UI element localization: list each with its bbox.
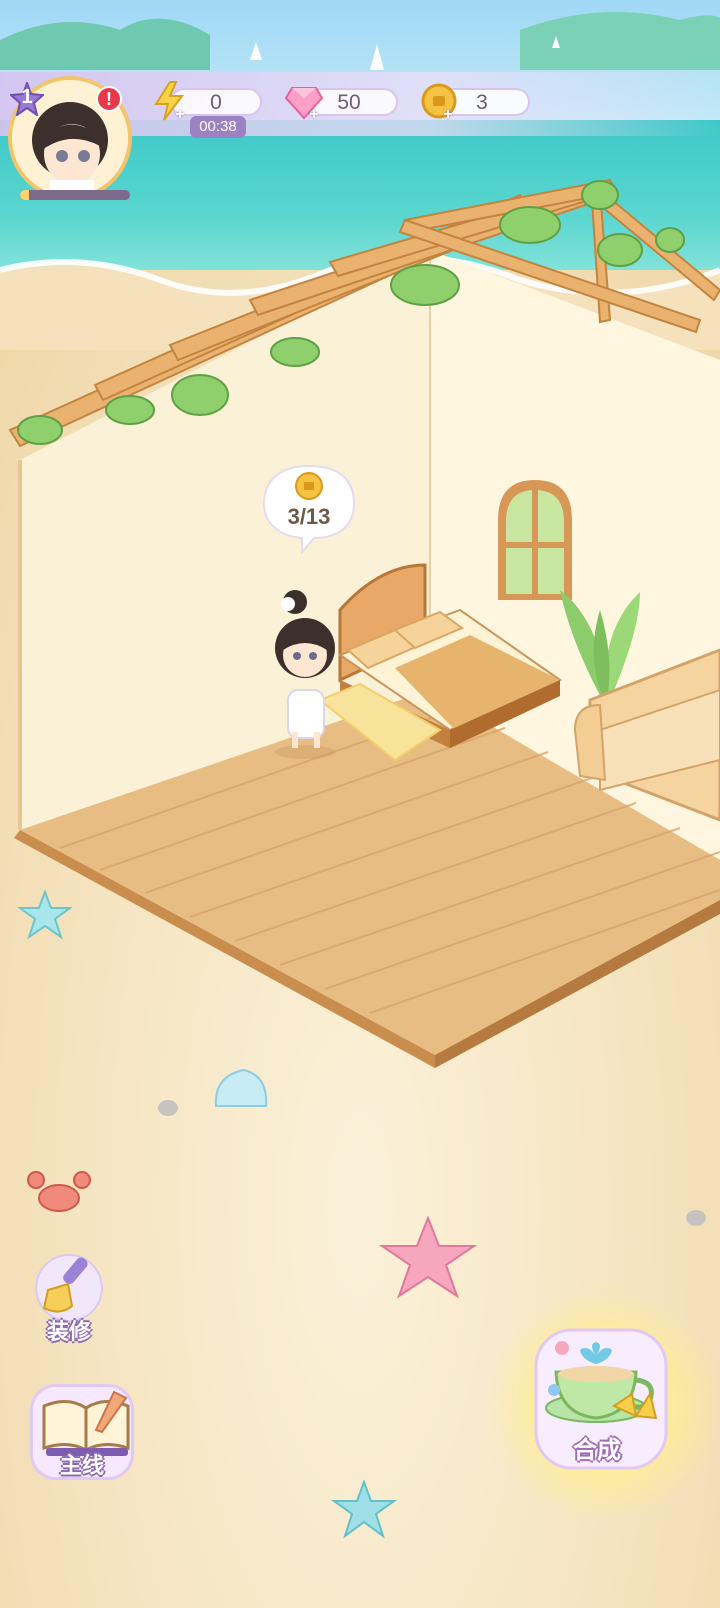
room — [8, 178, 720, 1068]
player-avatar-button[interactable]: 1 ! — [8, 76, 132, 200]
pebble — [686, 1210, 706, 1226]
pebble — [158, 1100, 178, 1116]
main-quest-label: 主线 — [59, 1453, 104, 1478]
add-coins-icon[interactable]: + — [440, 107, 456, 124]
brush-icon — [35, 1254, 103, 1322]
decorate-button[interactable]: 装修 — [26, 1250, 112, 1350]
crab-decoration — [27, 1171, 91, 1212]
starfish-decoration — [18, 890, 72, 940]
main-quest-button[interactable]: 主线 — [30, 1384, 142, 1488]
decorate-label: 装修 — [46, 1319, 91, 1344]
xp-bar — [20, 190, 130, 200]
pink-starfish-decoration — [378, 1216, 478, 1299]
coin-progress-text: 3/13 — [287, 504, 331, 529]
blue-starfish-decoration — [330, 1480, 398, 1539]
level-badge — [10, 82, 44, 116]
energy-timer: 00:38 — [190, 116, 246, 138]
arched-window — [498, 480, 572, 600]
merge-label: 合成 — [573, 1437, 621, 1464]
alert-badge: ! — [96, 86, 122, 112]
add-energy-icon[interactable]: + — [172, 107, 188, 124]
add-gems-icon[interactable]: + — [306, 107, 322, 124]
shell-decoration — [214, 1068, 268, 1107]
